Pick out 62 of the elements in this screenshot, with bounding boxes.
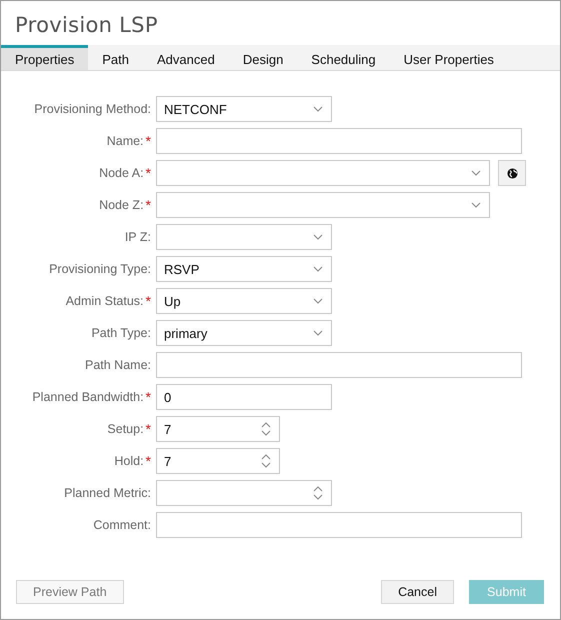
field-label: Path Type: xyxy=(91,326,151,340)
chevron-down-icon xyxy=(313,234,323,240)
input-field[interactable] xyxy=(156,128,522,154)
required-mark: * xyxy=(146,197,151,213)
field-label: Planned Bandwidth: xyxy=(32,390,144,404)
input-field[interactable] xyxy=(156,512,522,538)
field-label: Comment: xyxy=(93,518,151,532)
field-label: Path Name: xyxy=(84,358,151,372)
required-mark: * xyxy=(146,165,151,181)
number-field[interactable] xyxy=(156,480,332,506)
chevron-down-icon xyxy=(313,106,323,112)
tab[interactable]: Scheduling xyxy=(297,45,390,70)
chevron-down-icon xyxy=(313,330,323,336)
required-mark: * xyxy=(146,133,151,149)
globe-icon xyxy=(506,168,518,178)
dropdown-field[interactable]: Up xyxy=(156,288,332,314)
chevron-down-icon xyxy=(471,170,481,176)
field-label: Name: xyxy=(106,134,144,148)
spinner-arrows-icon[interactable] xyxy=(313,485,323,501)
required-mark: * xyxy=(146,293,151,309)
chevron-down-icon xyxy=(313,266,323,272)
window-title: Provision LSP xyxy=(14,12,159,39)
tab[interactable]: Design xyxy=(228,45,298,70)
tab[interactable]: Properties xyxy=(1,45,88,70)
field-value: RSVP xyxy=(164,262,200,276)
field-value: 0 xyxy=(164,390,172,404)
field-label: Planned Metric: xyxy=(64,486,151,500)
map-button[interactable] xyxy=(498,160,526,186)
field-label: Node Z: xyxy=(99,198,144,212)
field-label: Hold: xyxy=(114,454,144,468)
field-value: NETCONF xyxy=(164,102,228,116)
required-mark: * xyxy=(146,453,151,469)
number-field[interactable]: 7 xyxy=(156,448,280,474)
field-value: primary xyxy=(164,326,208,340)
required-mark: * xyxy=(146,421,151,437)
field-label: Setup: xyxy=(107,422,144,436)
dropdown-field[interactable] xyxy=(156,160,490,186)
tab[interactable]: Path xyxy=(88,45,143,70)
field-label: Admin Status: xyxy=(66,294,144,308)
field-value: 7 xyxy=(164,454,172,468)
field-value: 7 xyxy=(164,422,172,436)
input-field[interactable] xyxy=(156,352,522,378)
chevron-down-icon xyxy=(471,202,481,208)
required-mark: * xyxy=(146,389,151,405)
tab[interactable]: Advanced xyxy=(143,45,229,70)
spinner-arrows-icon[interactable] xyxy=(261,453,271,469)
dropdown-field[interactable]: primary xyxy=(156,320,332,346)
dropdown-field[interactable]: RSVP xyxy=(156,256,332,282)
field-label: Node A: xyxy=(99,166,144,180)
field-label: Provisioning Method: xyxy=(34,102,151,116)
chevron-down-icon xyxy=(313,298,323,304)
field-value: Up xyxy=(164,294,182,308)
input-field[interactable]: 0 xyxy=(156,384,332,410)
dropdown-field[interactable] xyxy=(156,192,490,218)
action-button[interactable]: Cancel xyxy=(381,580,454,604)
field-label: Provisioning Type: xyxy=(49,262,151,276)
field-label: IP Z: xyxy=(124,230,151,244)
dropdown-field[interactable] xyxy=(156,224,332,250)
dropdown-field[interactable]: NETCONF xyxy=(156,96,332,122)
spinner-arrows-icon[interactable] xyxy=(261,421,271,437)
number-field[interactable]: 7 xyxy=(156,416,280,442)
tab[interactable]: User Properties xyxy=(390,45,508,70)
